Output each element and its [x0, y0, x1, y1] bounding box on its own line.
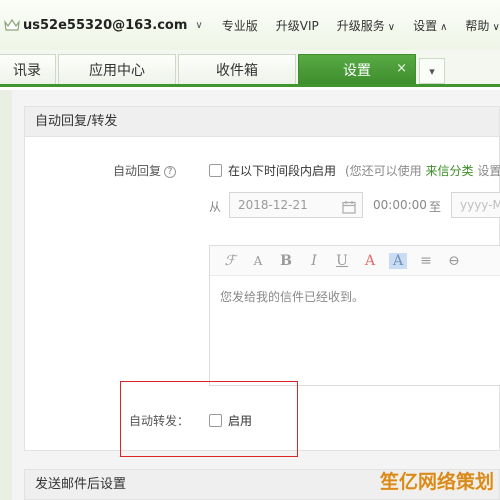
- pro-edition-link[interactable]: 专业版: [213, 17, 267, 34]
- close-icon[interactable]: ×: [396, 61, 407, 76]
- auto-reply-label-text: 自动回复: [113, 164, 162, 178]
- underline-icon[interactable]: U: [328, 253, 356, 269]
- tab-label: 收件箱: [216, 62, 258, 79]
- crown-icon: [4, 15, 20, 35]
- reply-message-textarea[interactable]: 您发给我的信件已经收到。: [210, 276, 500, 317]
- help-link[interactable]: 帮助 ∨: [456, 17, 500, 34]
- start-date-input[interactable]: 2018-12-21: [229, 192, 363, 218]
- chevron-up-icon: ∧: [440, 21, 448, 33]
- mail-category-link[interactable]: 来信分类: [426, 164, 474, 178]
- highlight-color-icon[interactable]: A: [389, 252, 407, 269]
- upgrade-service-label: 升级服务: [336, 18, 385, 33]
- help-icon[interactable]: ?: [164, 165, 177, 178]
- section-title: 自动回复/转发: [25, 107, 499, 137]
- top-bar: us52e55320@163.com ∨ 专业版 升级VIP 升级服务 ∨ 设置 ∧…: [0, 0, 500, 50]
- auto-reply-checkbox[interactable]: [209, 164, 222, 177]
- link-icon[interactable]: ⊖: [440, 253, 468, 269]
- tab-app-center[interactable]: 应用中心: [58, 54, 176, 84]
- italic-icon[interactable]: I: [300, 253, 328, 269]
- account-name[interactable]: us52e55320@163.com: [23, 18, 187, 33]
- tab-label: 讯录: [13, 62, 41, 79]
- upgrade-service-link[interactable]: 升级服务 ∨: [328, 17, 404, 34]
- tab-inbox[interactable]: 收件箱: [178, 54, 296, 84]
- auto-reply-hint: (您还可以使用 来信分类 设置: [345, 162, 500, 179]
- auto-reply-checkbox-label: 在以下时间段内启用: [228, 164, 337, 178]
- start-date-value: 2018-12-21: [238, 198, 308, 212]
- reply-editor: ℱ A B I U A A ≡ ⊖ 您发给我的信件已经收到。: [209, 245, 500, 386]
- highlight-box: [120, 381, 298, 457]
- tab-label: 设置: [343, 62, 371, 79]
- upgrade-vip-link[interactable]: 升级VIP: [267, 17, 328, 34]
- help-label: 帮助: [465, 18, 490, 33]
- settings-label: 设置: [413, 18, 438, 33]
- start-time-value[interactable]: 00:00:00: [373, 198, 427, 212]
- end-date-placeholder: yyyy-M: [460, 198, 500, 212]
- bold-icon[interactable]: B: [272, 253, 300, 269]
- end-date-input[interactable]: yyyy-M: [451, 192, 500, 218]
- from-label: 从: [209, 200, 222, 214]
- chevron-down-icon: ∨: [387, 21, 396, 33]
- settings-link[interactable]: 设置 ∧: [404, 17, 456, 34]
- tab-settings[interactable]: 设置 ×: [298, 54, 416, 84]
- left-strip: [0, 90, 12, 500]
- chevron-down-icon[interactable]: ∨: [195, 20, 202, 31]
- tab-more-button[interactable]: ▾: [419, 58, 445, 84]
- font-icon[interactable]: ℱ: [216, 253, 244, 269]
- watermark-text: 笙亿网络策划: [379, 471, 494, 493]
- to-label: 至: [429, 200, 442, 214]
- tab-label: 应用中心: [89, 62, 145, 79]
- hint-prefix: (您还可以使用: [345, 164, 422, 178]
- chevron-down-icon: ∨: [492, 21, 500, 33]
- calendar-icon[interactable]: [342, 198, 356, 222]
- text-color-icon[interactable]: A: [356, 253, 384, 269]
- auto-reply-label: 自动回复?: [113, 162, 177, 179]
- chevron-down-icon: ▾: [429, 64, 435, 78]
- font-size-icon[interactable]: A: [244, 254, 272, 268]
- hint-suffix: 设置: [477, 164, 500, 178]
- align-icon[interactable]: ≡: [412, 253, 440, 269]
- tab-contacts[interactable]: 讯录: [0, 54, 56, 84]
- editor-toolbar: ℱ A B I U A A ≡ ⊖: [210, 246, 500, 276]
